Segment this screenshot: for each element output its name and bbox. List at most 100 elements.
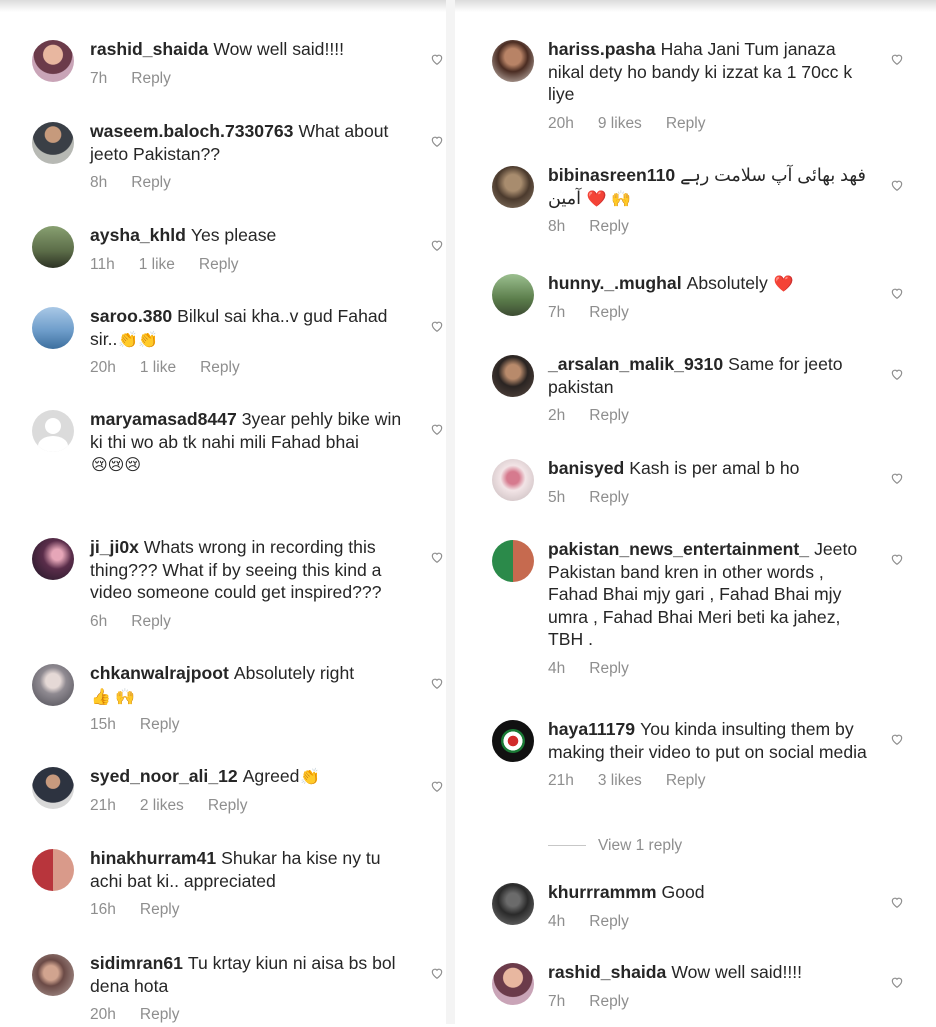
reply-button[interactable]: Reply [131,613,171,630]
reply-button[interactable]: Reply [589,660,629,677]
like-heart-icon[interactable] [430,319,444,333]
reply-button[interactable]: Reply [208,797,248,814]
comment-text: Absolutely right [233,663,355,683]
avatar[interactable] [32,538,74,580]
like-heart-icon[interactable] [890,975,904,989]
reply-button[interactable]: Reply [589,304,629,321]
comment-username[interactable]: saroo.380 [90,306,172,326]
reply-button[interactable]: Reply [200,359,240,376]
comment-username[interactable]: chkanwalrajpoot [90,663,229,683]
default-avatar-icon [45,418,61,434]
avatar[interactable] [32,849,74,891]
reply-button[interactable]: Reply [589,218,629,235]
view-replies-label: View 1 reply [598,837,683,854]
like-heart-icon[interactable] [890,552,904,566]
like-heart-icon[interactable] [430,966,444,980]
comment-username[interactable]: maryamasad8447 [90,409,237,429]
avatar[interactable] [492,40,534,82]
like-heart-icon[interactable] [430,52,444,66]
comment-time: 7h [90,69,108,87]
avatar[interactable] [32,307,74,349]
comment-username[interactable]: pakistan_news_entertainment_ [548,539,809,559]
comment-username[interactable]: syed_noor_ali_12 [90,766,238,786]
avatar[interactable] [492,883,534,925]
avatar[interactable] [492,355,534,397]
reply-button[interactable]: Reply [131,174,171,191]
comment-username[interactable]: rashid_shaida [548,962,666,982]
like-count[interactable]: 2 likes [140,797,184,814]
reply-button[interactable]: Reply [140,1006,180,1023]
comments-column-left: rashid_shaida Wow well said!!!! 7h Reply w… [0,0,446,1024]
like-count[interactable]: 3 likes [598,772,642,789]
avatar[interactable] [492,459,534,501]
like-heart-icon[interactable] [430,134,444,148]
comment-username[interactable]: hinakhurram41 [90,848,216,868]
comment-username[interactable]: khurrrammm [548,882,657,902]
avatar[interactable] [492,720,534,762]
reply-button[interactable]: Reply [131,70,171,87]
comment-username[interactable]: banisyed [548,458,624,478]
comment-username[interactable]: bibinasreen110 [548,165,675,185]
like-count[interactable]: 9 likes [598,115,642,132]
like-heart-icon[interactable] [890,52,904,66]
like-heart-icon[interactable] [430,422,444,436]
like-heart-icon[interactable] [430,550,444,564]
reply-button[interactable]: Reply [589,993,629,1010]
avatar[interactable] [32,122,74,164]
reply-button[interactable]: Reply [589,489,629,506]
column-divider [446,0,455,1024]
clap-emoji-icon: 👏👏 [118,331,159,349]
like-count[interactable]: 1 like [139,256,175,273]
like-heart-icon[interactable] [890,732,904,746]
comment-time: 7h [548,992,566,1010]
reply-button[interactable]: Reply [140,901,180,918]
comment-time: 20h [90,1006,116,1023]
comment-username[interactable]: rashid_shaida [90,39,208,59]
thumbs-up-emoji-icon: 👍 🙌 [91,688,136,706]
avatar[interactable] [32,40,74,82]
reply-button[interactable]: Reply [666,115,706,132]
avatar[interactable] [32,954,74,996]
comment-username[interactable]: haya11179 [548,719,635,739]
view-replies-button[interactable]: View 1 reply [548,837,682,855]
like-heart-icon[interactable] [430,779,444,793]
avatar[interactable] [32,410,74,452]
avatar[interactable] [32,664,74,706]
comment-username[interactable]: waseem.baloch.7330763 [90,121,293,141]
like-heart-icon[interactable] [890,471,904,485]
comment-time: 7h [548,303,566,321]
avatar[interactable] [492,274,534,316]
comment-time: 20h [90,359,116,376]
avatar[interactable] [32,226,74,268]
comment-time: 2h [548,407,566,424]
comment-time: 20h [548,114,574,132]
like-heart-icon[interactable] [890,178,904,192]
like-heart-icon[interactable] [890,895,904,909]
reply-button[interactable]: Reply [589,913,629,930]
reply-button[interactable]: Reply [666,772,706,789]
like-heart-icon[interactable] [890,367,904,381]
like-heart-icon[interactable] [890,286,904,300]
like-heart-icon[interactable] [430,676,444,690]
avatar[interactable] [32,767,74,809]
comment-username[interactable]: hariss.pasha [548,39,656,59]
comment-time: 15h [90,716,116,733]
avatar[interactable] [492,963,534,1005]
like-count[interactable]: 1 like [140,359,176,376]
like-heart-icon[interactable] [430,238,444,252]
reply-button[interactable]: Reply [589,407,629,424]
reply-button[interactable]: Reply [199,256,239,273]
comment-time: 21h [90,796,116,814]
comment-username[interactable]: hunny._.mughal [548,273,682,293]
reply-button[interactable]: Reply [140,716,180,733]
reply-thread-line [548,845,586,847]
comment-text: Wow well said!!!! [671,962,803,982]
comment-username[interactable]: aysha_khld [90,225,186,245]
comment-username[interactable]: ji_ji0x [90,537,139,557]
comment-time: 8h [548,218,566,235]
comment-username[interactable]: _arsalan_malik_9310 [548,354,723,374]
avatar[interactable] [492,166,534,208]
avatar[interactable] [492,540,534,582]
comment-text: Good [661,882,705,902]
comment-username[interactable]: sidimran61 [90,953,183,973]
